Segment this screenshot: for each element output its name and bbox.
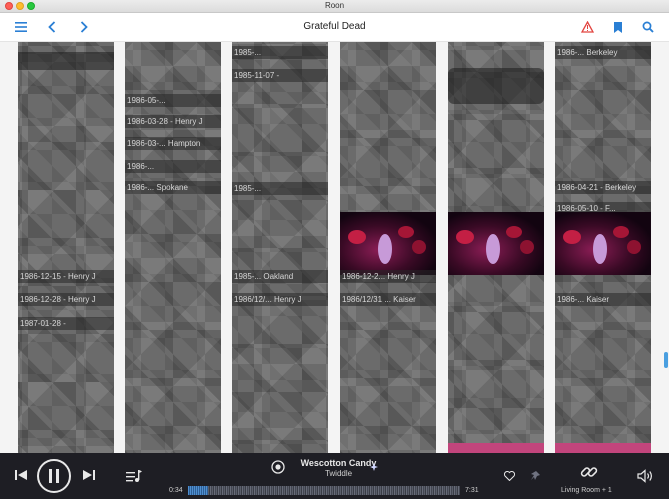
app-toolbar: Grateful Dead <box>0 13 669 42</box>
concert-photo <box>340 212 436 275</box>
now-playing-title[interactable]: Wescotton Candy <box>0 458 669 468</box>
album-label[interactable]: 1985-11-07 - <box>232 69 328 82</box>
album-label[interactable]: 1985-... Oakland <box>232 270 328 283</box>
bookmark-icon[interactable] <box>609 18 627 36</box>
album-label[interactable]: 1987-01-28 - <box>18 317 114 330</box>
tile-highlight <box>555 443 651 453</box>
seek-bar[interactable] <box>188 486 460 495</box>
album-label[interactable]: 1986-... Spokane <box>125 181 221 194</box>
warning-icon[interactable] <box>578 18 596 36</box>
album-label[interactable]: 1986-12-28 - Henry J <box>18 293 114 306</box>
album-column[interactable] <box>448 42 544 453</box>
album-label[interactable]: 1986-03-... Hampton <box>125 137 221 150</box>
album-label[interactable]: 1986/12/... Henry J <box>232 293 328 306</box>
album-label[interactable]: 1986-04-21 - Berkeley <box>555 181 651 194</box>
album-column[interactable]: 1986-12-15 - Henry J 1986-12-28 - Henry … <box>18 42 114 453</box>
player-bar: Wescotton Candy Twiddle 0:34 7:31 Living… <box>0 453 669 499</box>
volume-button[interactable] <box>635 467 655 485</box>
pin-button[interactable] <box>529 470 541 482</box>
album-column[interactable]: 1986-... Berkeley 1986-04-21 - Berkeley … <box>555 42 651 453</box>
link-icon <box>580 467 598 477</box>
album-label[interactable]: 1986-... <box>125 160 221 173</box>
album-label[interactable]: 1986-05-... <box>125 94 221 107</box>
elapsed-time: 0:34 <box>169 487 183 494</box>
concert-photo <box>555 212 651 275</box>
album-label[interactable]: 1986-12-15 - Henry J <box>18 270 114 283</box>
seek-bar-progress <box>188 486 209 495</box>
page-title: Grateful Dead <box>303 21 366 32</box>
album-label[interactable]: 1985-... <box>232 182 328 195</box>
sparkle-icon <box>369 462 379 472</box>
album-label[interactable]: 1986-... Berkeley <box>555 46 651 59</box>
album-label[interactable]: 1986-... Kaiser <box>555 293 651 306</box>
zone-name[interactable]: Living Room + 1 <box>561 487 612 494</box>
speaker-icon <box>636 469 652 483</box>
window-title: Roon <box>324 1 345 10</box>
album-column[interactable]: 1986-05-... 1986-03-28 - Henry J 1986-03… <box>125 42 221 453</box>
album-label[interactable]: 1986/12/31 ... Kaiser <box>340 293 436 306</box>
zone-button[interactable] <box>578 461 600 483</box>
album-grid: 1986-12-15 - Henry J 1986-12-28 - Henry … <box>0 42 669 453</box>
scrollbar-thumb[interactable] <box>664 352 668 368</box>
album-label[interactable]: 1986-03-28 - Henry J <box>125 115 221 128</box>
now-playing-artist[interactable]: Twiddle <box>0 469 669 478</box>
tile-highlight <box>448 443 544 453</box>
total-time: 7:31 <box>465 487 479 494</box>
album-label[interactable]: 1985-... <box>232 46 328 59</box>
album-column[interactable]: 1985-... 1985-11-07 - 1985-... 1985-... … <box>232 42 328 453</box>
album-label[interactable]: 1986-12-2... Henry J <box>340 270 436 283</box>
heart-icon <box>503 471 515 481</box>
tile-overlay <box>18 52 114 70</box>
album-column[interactable]: 1986-12-2... Henry J 1986/12/31 ... Kais… <box>340 42 436 453</box>
search-icon[interactable] <box>639 18 657 36</box>
concert-photo <box>448 212 544 275</box>
pin-icon <box>531 471 540 480</box>
tile-overlay <box>448 68 544 104</box>
favorite-button[interactable] <box>502 470 516 482</box>
window-titlebar: Roon <box>0 0 669 13</box>
